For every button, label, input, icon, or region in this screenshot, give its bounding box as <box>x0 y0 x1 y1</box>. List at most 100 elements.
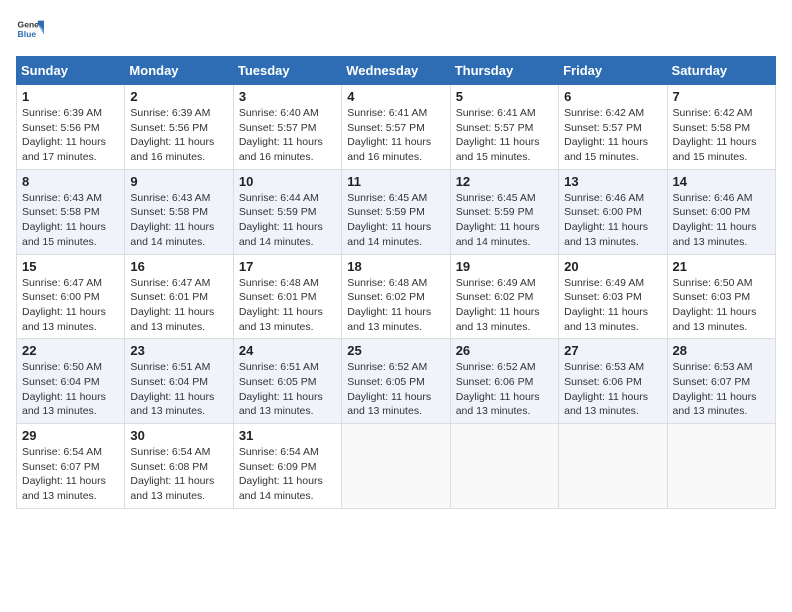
calendar-cell: 14 Sunrise: 6:46 AM Sunset: 6:00 PM Dayli… <box>667 169 775 254</box>
day-number: 13 <box>564 174 661 189</box>
day-number: 15 <box>22 259 119 274</box>
day-number: 23 <box>130 343 227 358</box>
day-info: Sunrise: 6:43 AM Sunset: 5:58 PM Dayligh… <box>130 191 227 250</box>
calendar-cell: 26Sunrise: 6:52 AM Sunset: 6:06 PM Dayli… <box>450 339 558 424</box>
calendar-cell: 10Sunrise: 6:44 AM Sunset: 5:59 PM Dayli… <box>233 169 341 254</box>
day-number: 1 <box>22 89 119 104</box>
calendar-cell: 17 Sunrise: 6:48 AM Sunset: 6:01 PM Dayli… <box>233 254 341 339</box>
day-number: 9 <box>130 174 227 189</box>
day-info: Sunrise: 6:53 AM Sunset: 6:06 PM Dayligh… <box>564 360 661 419</box>
day-number: 11 <box>347 174 444 189</box>
day-number: 12 <box>456 174 553 189</box>
day-info: Sunrise: 6:48 AM Sunset: 6:01 PM Dayligh… <box>239 276 336 335</box>
day-number: 21 <box>673 259 770 274</box>
day-info: Sunrise: 6:50 AM Sunset: 6:04 PM Dayligh… <box>22 360 119 419</box>
calendar-week-4: 22 Sunrise: 6:50 AM Sunset: 6:04 PM Dayli… <box>17 339 776 424</box>
calendar-cell: 6 Sunrise: 6:42 AM Sunset: 5:57 PM Daylig… <box>559 85 667 170</box>
day-number: 17 <box>239 259 336 274</box>
calendar-cell: 29 Sunrise: 6:54 AM Sunset: 6:07 PM Dayli… <box>17 424 125 509</box>
day-info: Sunrise: 6:42 AM Sunset: 5:57 PM Dayligh… <box>564 106 661 165</box>
day-number: 18 <box>347 259 444 274</box>
day-number: 2 <box>130 89 227 104</box>
day-number: 16 <box>130 259 227 274</box>
calendar-cell: 1 Sunrise: 6:39 AM Sunset: 5:56 PM Daylig… <box>17 85 125 170</box>
calendar-cell: 16 Sunrise: 6:47 AM Sunset: 6:01 PM Dayli… <box>125 254 233 339</box>
calendar-header: SundayMondayTuesdayWednesdayThursdayFrid… <box>17 57 776 85</box>
day-number: 6 <box>564 89 661 104</box>
weekday-header-sunday: Sunday <box>17 57 125 85</box>
page-header: General Blue <box>16 16 776 44</box>
weekday-header-monday: Monday <box>125 57 233 85</box>
day-info: Sunrise: 6:45 AM Sunset: 5:59 PM Dayligh… <box>456 191 553 250</box>
day-info: Sunrise: 6:42 AM Sunset: 5:58 PM Dayligh… <box>673 106 770 165</box>
calendar-table: SundayMondayTuesdayWednesdayThursdayFrid… <box>16 56 776 509</box>
day-number: 4 <box>347 89 444 104</box>
day-number: 25 <box>347 343 444 358</box>
weekday-header-thursday: Thursday <box>450 57 558 85</box>
day-number: 20 <box>564 259 661 274</box>
calendar-cell: 28 Sunrise: 6:53 AM Sunset: 6:07 PM Dayli… <box>667 339 775 424</box>
day-info: Sunrise: 6:46 AM Sunset: 6:00 PM Dayligh… <box>564 191 661 250</box>
day-number: 7 <box>673 89 770 104</box>
day-info: Sunrise: 6:39 AM Sunset: 5:56 PM Dayligh… <box>130 106 227 165</box>
calendar-week-5: 29 Sunrise: 6:54 AM Sunset: 6:07 PM Dayli… <box>17 424 776 509</box>
calendar-cell: 8 Sunrise: 6:43 AM Sunset: 5:58 PM Daylig… <box>17 169 125 254</box>
calendar-week-2: 8 Sunrise: 6:43 AM Sunset: 5:58 PM Daylig… <box>17 169 776 254</box>
weekday-row: SundayMondayTuesdayWednesdayThursdayFrid… <box>17 57 776 85</box>
day-info: Sunrise: 6:40 AM Sunset: 5:57 PM Dayligh… <box>239 106 336 165</box>
day-number: 3 <box>239 89 336 104</box>
day-info: Sunrise: 6:53 AM Sunset: 6:07 PM Dayligh… <box>673 360 770 419</box>
calendar-cell: 25 Sunrise: 6:52 AM Sunset: 6:05 PM Dayli… <box>342 339 450 424</box>
day-info: Sunrise: 6:54 AM Sunset: 6:07 PM Dayligh… <box>22 445 119 504</box>
day-number: 14 <box>673 174 770 189</box>
day-number: 8 <box>22 174 119 189</box>
day-info: Sunrise: 6:41 AM Sunset: 5:57 PM Dayligh… <box>347 106 444 165</box>
weekday-header-wednesday: Wednesday <box>342 57 450 85</box>
day-info: Sunrise: 6:52 AM Sunset: 6:05 PM Dayligh… <box>347 360 444 419</box>
calendar-cell: 31Sunrise: 6:54 AM Sunset: 6:09 PM Dayli… <box>233 424 341 509</box>
day-info: Sunrise: 6:39 AM Sunset: 5:56 PM Dayligh… <box>22 106 119 165</box>
day-info: Sunrise: 6:49 AM Sunset: 6:03 PM Dayligh… <box>564 276 661 335</box>
calendar-week-3: 15Sunrise: 6:47 AM Sunset: 6:00 PM Dayli… <box>17 254 776 339</box>
day-number: 5 <box>456 89 553 104</box>
calendar-cell <box>450 424 558 509</box>
calendar-cell: 13 Sunrise: 6:46 AM Sunset: 6:00 PM Dayli… <box>559 169 667 254</box>
calendar-cell: 4 Sunrise: 6:41 AM Sunset: 5:57 PM Daylig… <box>342 85 450 170</box>
day-info: Sunrise: 6:51 AM Sunset: 6:05 PM Dayligh… <box>239 360 336 419</box>
day-info: Sunrise: 6:50 AM Sunset: 6:03 PM Dayligh… <box>673 276 770 335</box>
day-number: 29 <box>22 428 119 443</box>
calendar-cell: 3 Sunrise: 6:40 AM Sunset: 5:57 PM Daylig… <box>233 85 341 170</box>
calendar-week-1: 1 Sunrise: 6:39 AM Sunset: 5:56 PM Daylig… <box>17 85 776 170</box>
calendar-cell: 23 Sunrise: 6:51 AM Sunset: 6:04 PM Dayli… <box>125 339 233 424</box>
day-number: 26 <box>456 343 553 358</box>
day-info: Sunrise: 6:46 AM Sunset: 6:00 PM Dayligh… <box>673 191 770 250</box>
logo: General Blue <box>16 16 44 44</box>
calendar-cell: 11Sunrise: 6:45 AM Sunset: 5:59 PM Dayli… <box>342 169 450 254</box>
calendar-cell: 30 Sunrise: 6:54 AM Sunset: 6:08 PM Dayli… <box>125 424 233 509</box>
weekday-header-tuesday: Tuesday <box>233 57 341 85</box>
calendar-cell: 5Sunrise: 6:41 AM Sunset: 5:57 PM Daylig… <box>450 85 558 170</box>
day-number: 19 <box>456 259 553 274</box>
day-info: Sunrise: 6:48 AM Sunset: 6:02 PM Dayligh… <box>347 276 444 335</box>
day-number: 30 <box>130 428 227 443</box>
calendar-cell: 15Sunrise: 6:47 AM Sunset: 6:00 PM Dayli… <box>17 254 125 339</box>
day-number: 10 <box>239 174 336 189</box>
day-info: Sunrise: 6:47 AM Sunset: 6:01 PM Dayligh… <box>130 276 227 335</box>
calendar-cell <box>667 424 775 509</box>
calendar-cell: 18 Sunrise: 6:48 AM Sunset: 6:02 PM Dayli… <box>342 254 450 339</box>
calendar-cell: 12 Sunrise: 6:45 AM Sunset: 5:59 PM Dayli… <box>450 169 558 254</box>
day-number: 28 <box>673 343 770 358</box>
day-number: 22 <box>22 343 119 358</box>
calendar-cell <box>342 424 450 509</box>
calendar-cell: 20 Sunrise: 6:49 AM Sunset: 6:03 PM Dayli… <box>559 254 667 339</box>
calendar-cell: 21 Sunrise: 6:50 AM Sunset: 6:03 PM Dayli… <box>667 254 775 339</box>
logo-icon: General Blue <box>16 16 44 44</box>
calendar-cell: 19 Sunrise: 6:49 AM Sunset: 6:02 PM Dayli… <box>450 254 558 339</box>
day-info: Sunrise: 6:54 AM Sunset: 6:08 PM Dayligh… <box>130 445 227 504</box>
day-info: Sunrise: 6:43 AM Sunset: 5:58 PM Dayligh… <box>22 191 119 250</box>
day-number: 31 <box>239 428 336 443</box>
day-info: Sunrise: 6:51 AM Sunset: 6:04 PM Dayligh… <box>130 360 227 419</box>
day-info: Sunrise: 6:49 AM Sunset: 6:02 PM Dayligh… <box>456 276 553 335</box>
calendar-cell: 27Sunrise: 6:53 AM Sunset: 6:06 PM Dayli… <box>559 339 667 424</box>
calendar-cell: 22 Sunrise: 6:50 AM Sunset: 6:04 PM Dayli… <box>17 339 125 424</box>
